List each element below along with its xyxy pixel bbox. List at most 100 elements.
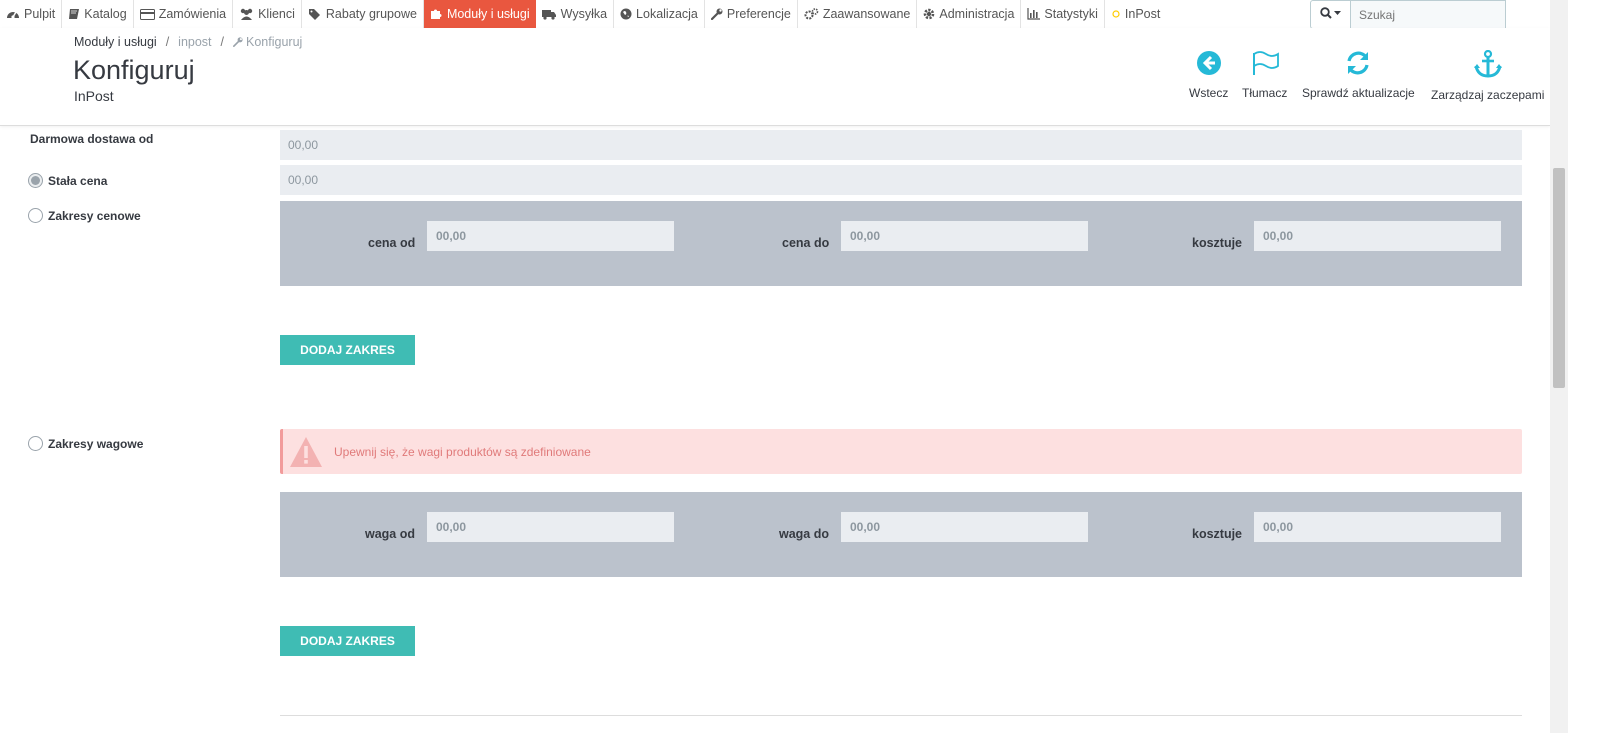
shipping-config-form: Darmowa dostawa od 00,00 Stała cena 00,0…	[0, 126, 1550, 733]
cogs-icon	[804, 8, 819, 20]
manage-hooks-label: Zarządzaj zaczepami	[1431, 88, 1545, 102]
nav-label: Preferencje	[726, 7, 791, 21]
price-ranges-option[interactable]: Zakresy cenowe	[28, 208, 141, 223]
translate-button[interactable]: Tłumacz	[1242, 50, 1287, 100]
weight-warning-alert: Upewnij się, że wagi produktów są zdefin…	[280, 429, 1522, 474]
weight-ranges-radio[interactable]	[28, 436, 43, 451]
nav-item-advanced[interactable]: Zaawansowane	[798, 0, 918, 28]
nav-label: Klienci	[258, 7, 295, 21]
nav-label: Pulpit	[24, 7, 56, 21]
free-shipping-label: Darmowa dostawa od	[30, 132, 154, 146]
price-from-input[interactable]: 00,00	[427, 221, 674, 251]
breadcrumb-item-configure: Konfiguruj	[246, 35, 303, 49]
nav-item-inpost[interactable]: InPost	[1105, 0, 1166, 28]
globe-icon	[620, 8, 632, 20]
nav-label: Statystyki	[1044, 7, 1098, 21]
nav-item-preferences[interactable]: Preferencje	[705, 0, 798, 28]
nav-item-dashboard[interactable]: Pulpit	[0, 0, 63, 28]
add-weight-range-button[interactable]: DODAJ ZAKRES	[280, 626, 415, 656]
weight-from-input[interactable]: 00,00	[427, 512, 674, 542]
free-shipping-input[interactable]: 00,00	[280, 130, 1522, 160]
puzzle-icon	[430, 8, 443, 20]
nav-item-catalog[interactable]: Katalog	[62, 0, 134, 28]
price-to-input[interactable]: 00,00	[841, 221, 1088, 251]
weight-warning-text: Upewnij się, że wagi produktów są zdefin…	[334, 444, 591, 459]
tags-icon	[308, 8, 322, 20]
weight-to-input[interactable]: 00,00	[841, 512, 1088, 542]
bar-chart-icon	[1027, 8, 1041, 20]
check-updates-button[interactable]: Sprawdź aktualizacje	[1302, 50, 1415, 100]
nav-item-modules[interactable]: Moduły i usługi	[423, 0, 536, 28]
search-icon	[1319, 6, 1342, 24]
price-cost-label: kosztuje	[1192, 236, 1243, 250]
breadcrumb-item-inpost[interactable]: inpost	[178, 35, 211, 49]
divider	[280, 715, 1522, 716]
nav-item-administration[interactable]: Administracja	[917, 0, 1022, 28]
breadcrumb-item-modules[interactable]: Moduły i usługi	[74, 35, 157, 49]
weight-from-label: waga od	[365, 527, 416, 541]
search-button[interactable]	[1310, 0, 1351, 29]
fixed-price-option[interactable]: Stała cena	[28, 173, 107, 188]
nav-label: InPost	[1124, 7, 1161, 21]
breadcrumb: Moduły i usługi / inpost / Konfiguruj	[74, 35, 302, 49]
cog-icon	[923, 8, 935, 20]
price-to-label: cena do	[782, 236, 830, 250]
search-input[interactable]	[1351, 0, 1506, 29]
flag-icon	[1250, 50, 1280, 79]
nav-label: Rabaty grupowe	[325, 7, 417, 21]
price-cost-input[interactable]: 00,00	[1254, 221, 1501, 251]
fixed-price-label: Stała cena	[48, 173, 108, 188]
back-label: Wstecz	[1189, 86, 1229, 100]
nav-item-localization[interactable]: Lokalizacja	[614, 0, 705, 28]
warning-icon	[283, 436, 328, 468]
add-price-range-button[interactable]: DODAJ ZAKRES	[280, 335, 415, 365]
back-button[interactable]: Wstecz	[1189, 50, 1228, 100]
page-title: Konfiguruj	[73, 55, 195, 85]
scrollbar-thumb[interactable]	[1553, 168, 1565, 388]
nav-label: Lokalizacja	[636, 7, 698, 21]
weight-range-row: waga od 00,00 waga do 00,00 kosztuje 00,…	[280, 492, 1522, 577]
main-menu: Pulpit Katalog Zamówienia Klienci Rabaty…	[0, 0, 1540, 28]
fixed-price-input[interactable]: 00,00	[280, 165, 1522, 195]
credit-card-icon	[139, 8, 155, 20]
truck-icon	[541, 9, 557, 20]
nav-item-stats[interactable]: Statystyki	[1021, 0, 1105, 28]
nav-item-shipping[interactable]: Wysyłka	[536, 0, 615, 28]
refresh-icon	[1345, 50, 1371, 79]
price-range-row: cena od 00,00 cena do 00,00 kosztuje 00,…	[280, 201, 1522, 286]
wrench-icon	[233, 37, 243, 47]
weight-cost-input[interactable]: 00,00	[1254, 512, 1501, 542]
price-from-label: cena od	[368, 236, 416, 250]
nav-label: Wysyłka	[560, 7, 608, 21]
inpost-icon	[1111, 8, 1121, 20]
fixed-price-radio[interactable]	[28, 173, 43, 188]
anchor-icon	[1473, 49, 1503, 81]
nav-label: Katalog	[84, 7, 127, 21]
breadcrumb-separator: /	[165, 35, 170, 49]
page-scrollbar[interactable]	[1550, 0, 1568, 733]
translate-label: Tłumacz	[1242, 86, 1288, 100]
price-ranges-radio[interactable]	[28, 208, 43, 223]
nav-item-customers[interactable]: Klienci	[233, 0, 302, 28]
users-icon	[239, 8, 254, 20]
weight-cost-label: kosztuje	[1192, 527, 1243, 541]
check-updates-label: Sprawdź aktualizacje	[1302, 86, 1415, 100]
nav-item-orders[interactable]: Zamówienia	[134, 0, 234, 28]
page-header: Moduły i usługi / inpost / Konfiguruj Ko…	[0, 28, 1550, 126]
weight-to-label: waga do	[779, 527, 830, 541]
header-search	[1310, 0, 1506, 29]
breadcrumb-separator: /	[220, 35, 225, 49]
manage-hooks-button[interactable]: Zarządzaj zaczepami	[1431, 49, 1545, 102]
book-icon	[68, 8, 80, 20]
dashboard-icon	[6, 8, 20, 20]
nav-item-group-discounts[interactable]: Rabaty grupowe	[302, 0, 424, 28]
nav-label: Moduły i usługi	[446, 7, 530, 21]
page-subtitle: InPost	[74, 88, 114, 104]
price-ranges-label: Zakresy cenowe	[48, 208, 141, 223]
weight-ranges-option[interactable]: Zakresy wagowe	[28, 436, 143, 451]
wrench-icon	[710, 8, 723, 20]
back-arrow-icon	[1196, 50, 1222, 79]
nav-label: Zamówienia	[158, 7, 227, 21]
nav-label: Administracja	[939, 7, 1015, 21]
weight-ranges-label: Zakresy wagowe	[48, 436, 144, 451]
